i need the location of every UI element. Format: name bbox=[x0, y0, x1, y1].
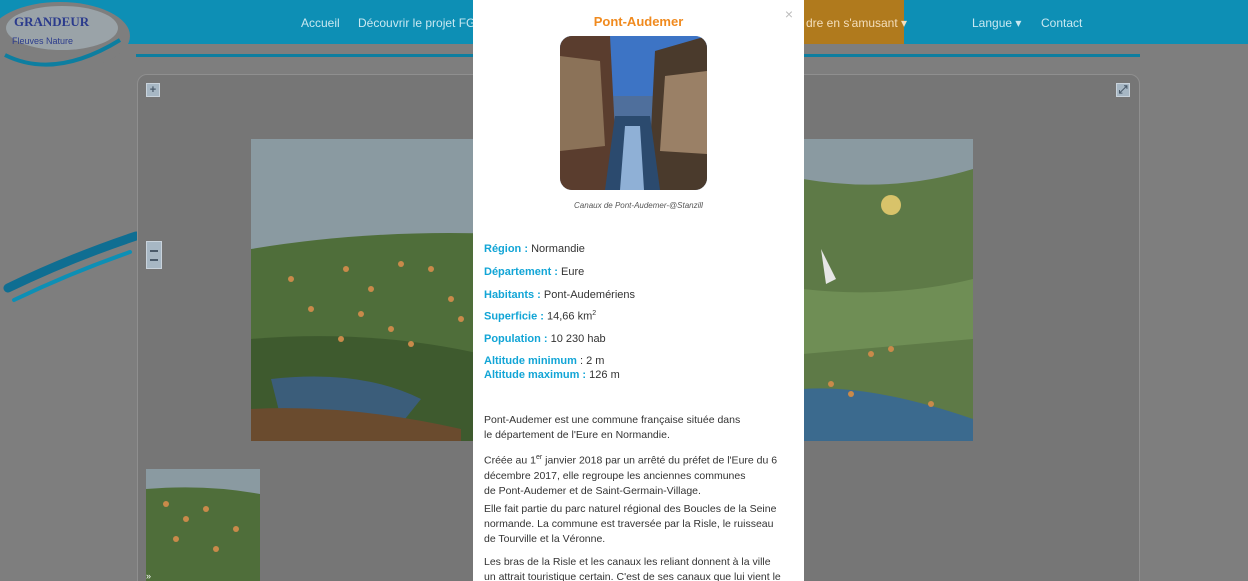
decorative-swoosh bbox=[3, 231, 140, 302]
info-region: Région : Normandie bbox=[484, 243, 585, 255]
superficie-label: Superficie bbox=[484, 310, 538, 323]
departement-value: Eure bbox=[561, 266, 585, 278]
nav-item-langue[interactable]: Langue ▾ bbox=[972, 16, 1021, 30]
zoom-in-button[interactable]: + bbox=[146, 83, 160, 97]
paragraph-line: Les bras de la Risle et les canaux les r… bbox=[484, 556, 771, 568]
location-modal: × Pont-Audemer Canaux de Pont-Audemer-@S… bbox=[473, 0, 804, 581]
paragraph-line: Créée au 1er janvier 2018 par un arrêté … bbox=[484, 450, 784, 469]
text-fragment: janvier 2018 par un arrêté du préfet de … bbox=[542, 454, 778, 467]
paragraph-line: le département de l'Eure en Normandie. bbox=[484, 429, 670, 441]
paragraph-canaux: Les bras de la Risle et les canaux les r… bbox=[484, 555, 784, 581]
info-altitude-min: Altitude minimum : 2 m bbox=[484, 355, 605, 367]
info-population: Population : 10 230 hab bbox=[484, 333, 606, 345]
paragraph-line: Elle fait partie du parc naturel régiona… bbox=[484, 503, 777, 515]
logo-text-grandeur: GRANDEUR bbox=[14, 14, 90, 29]
nav-item-contact[interactable]: Contact bbox=[1041, 16, 1082, 30]
info-departement: Département : Eure bbox=[484, 266, 585, 278]
nav-item-jeux-active[interactable]: dre en s'amusant ▾ bbox=[800, 0, 907, 44]
paragraph-parc: Elle fait partie du parc naturel régiona… bbox=[484, 502, 784, 547]
habitants-value: Pont-Audemériens bbox=[543, 289, 636, 301]
region-value: Normandie bbox=[531, 243, 585, 255]
info-habitants: Habitants : Pont-Audemériens bbox=[484, 289, 636, 301]
minus-icon bbox=[150, 259, 158, 261]
population-value: 10 230 hab bbox=[550, 333, 606, 345]
paragraph-line: décembre 2017, elle regroupe les ancienn… bbox=[484, 469, 746, 482]
zoom-out-button[interactable] bbox=[146, 241, 162, 269]
paragraph-line: Pont-Audemer est une commune française s… bbox=[484, 414, 741, 426]
alt-max-label: Altitude maximum bbox=[484, 369, 580, 381]
paragraph-line: un attrait touristique certain. C'est de… bbox=[484, 571, 781, 581]
departement-label: Département bbox=[484, 266, 552, 278]
population-label: Population bbox=[484, 333, 541, 345]
logo-text-fleuves: Fleuves Nature bbox=[12, 36, 73, 46]
paragraph-creation: Créée au 1er janvier 2018 par un arrêté … bbox=[484, 450, 784, 499]
superficie-value: 14,66 km bbox=[546, 310, 593, 323]
alt-min-value: 2 m bbox=[586, 355, 605, 367]
minimap[interactable] bbox=[146, 469, 260, 581]
info-altitude-max: Altitude maximum : 126 m bbox=[484, 369, 620, 381]
sun-icon bbox=[881, 195, 901, 215]
paragraph-line: de Pont-Audemer et de Saint-Germain-Vill… bbox=[484, 484, 701, 497]
site-logo[interactable]: GRANDEUR Fleuves Nature bbox=[0, 0, 130, 70]
info-superficie: Superficie : 14,66 km2 bbox=[484, 310, 597, 323]
paragraph-line: de Tourville et la Véronne. bbox=[484, 533, 606, 545]
location-photo bbox=[560, 36, 707, 190]
superficie-unit-sup: 2 bbox=[592, 310, 597, 317]
habitants-label: Habitants bbox=[484, 289, 535, 301]
photo-caption: Canaux de Pont-Audemer-@Stanzill bbox=[574, 201, 703, 210]
zoom-bar-icon bbox=[150, 250, 158, 252]
minimap-toggle-button[interactable]: » bbox=[146, 571, 160, 581]
nav-item-projet[interactable]: Découvrir le projet FGN bbox=[358, 16, 484, 30]
region-label: Région bbox=[484, 243, 522, 255]
paragraph-line: normande. La commune est traversée par l… bbox=[484, 518, 774, 530]
nav-item-accueil[interactable]: Accueil bbox=[301, 16, 340, 30]
fullscreen-button[interactable]: ⤢ bbox=[1116, 83, 1130, 97]
paragraph-intro: Pont-Audemer est une commune française s… bbox=[484, 413, 784, 443]
nav-item-jeux-label[interactable]: dre en s'amusant ▾ bbox=[806, 16, 907, 30]
modal-title: Pont-Audemer bbox=[593, 14, 684, 29]
alt-max-value: 126 m bbox=[589, 369, 620, 381]
text-fragment: Créée au 1 bbox=[484, 454, 536, 467]
alt-min-label: Altitude minimum bbox=[484, 355, 577, 367]
